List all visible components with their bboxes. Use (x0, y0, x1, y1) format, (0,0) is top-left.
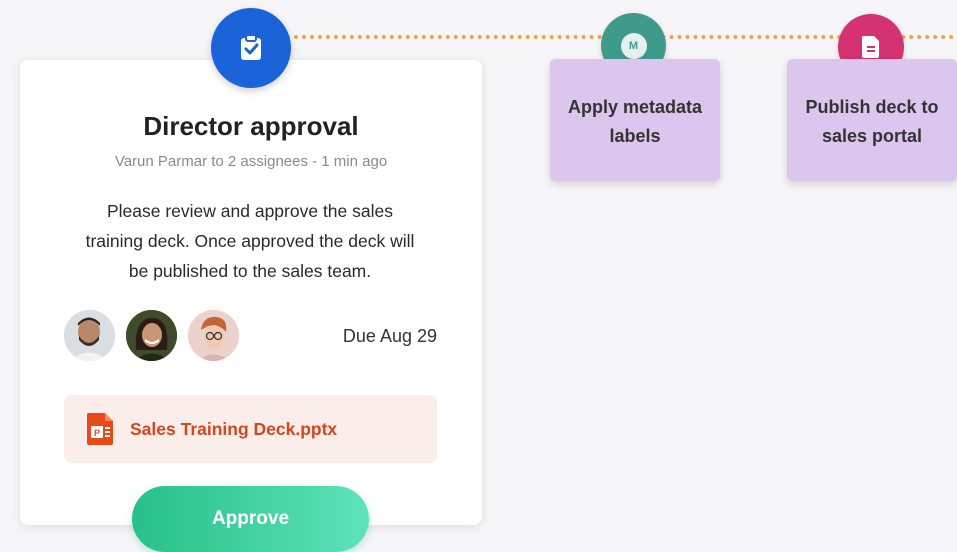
document-icon (862, 36, 879, 58)
avatar[interactable] (188, 310, 239, 361)
svg-text:P: P (94, 428, 100, 438)
due-date: Due Aug 29 (342, 326, 437, 346)
step-publish-deck[interactable]: Publish deck to sales portal (787, 59, 957, 181)
approval-step-icon (211, 8, 291, 88)
clipboard-check-icon (241, 34, 261, 60)
attachment-item[interactable]: P Sales Training Deck.pptx (64, 395, 437, 463)
approve-button[interactable]: Approve (132, 486, 369, 552)
step-label-line: labels (609, 126, 661, 146)
avatar[interactable] (126, 310, 177, 361)
attachment-name[interactable]: Sales Training Deck.pptx (130, 419, 337, 440)
metadata-m-icon: M (620, 32, 647, 59)
step-apply-metadata[interactable]: Apply metadata labels (550, 59, 720, 181)
task-meta: Varun Parmar to 2 assignees - 1 min ago (114, 153, 388, 170)
step-label-line: Apply metadata (567, 97, 703, 117)
powerpoint-file-icon: P (87, 413, 113, 445)
avatar[interactable] (64, 310, 115, 361)
step-label-line: Publish deck to (805, 97, 939, 117)
task-title: Director approval (143, 111, 359, 141)
task-description: Please review and approve the sales trai… (85, 201, 415, 281)
step-label-line: sales portal (821, 126, 923, 146)
